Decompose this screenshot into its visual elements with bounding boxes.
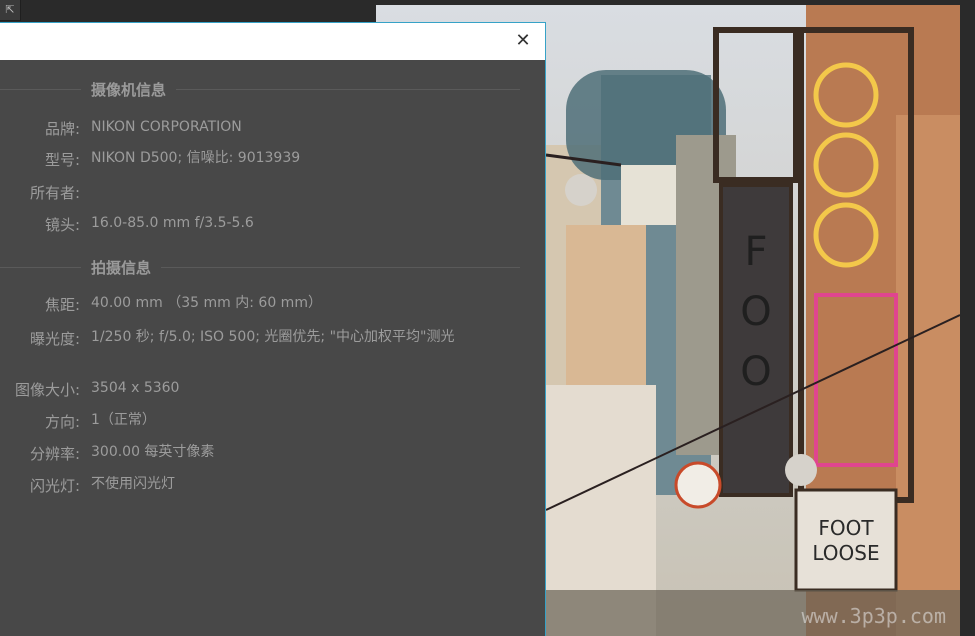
- row-label: 焦距:: [44, 296, 80, 314]
- svg-text:O: O: [740, 349, 771, 395]
- exif-info-dialog: ✕ 摄像机信息 品牌: NIKON CORPORATION 型号: NIKON …: [0, 22, 546, 636]
- row-label: 镜头:: [44, 216, 80, 234]
- section-title: 拍摄信息: [81, 257, 162, 278]
- row-label: 品牌:: [44, 120, 80, 138]
- section-header-camera: 摄像机信息: [0, 79, 520, 100]
- svg-text:FOOT: FOOT: [818, 516, 874, 540]
- row-label: 曝光度:: [29, 330, 80, 348]
- row-value: 1（正常）: [91, 412, 156, 428]
- row-value: 300.00 每英寸像素: [91, 444, 215, 460]
- row-value: 3504 x 5360: [91, 380, 180, 396]
- row-value: 不使用闪光灯: [91, 476, 175, 492]
- section-header-shooting: 拍摄信息: [0, 257, 520, 278]
- row-label: 图像大小:: [14, 381, 80, 399]
- watermark-text: www.3p3p.com: [802, 604, 947, 628]
- row-value: 40.00 mm （35 mm 内: 60 mm）: [91, 295, 322, 311]
- section-title: 摄像机信息: [81, 79, 177, 100]
- svg-text:LOOSE: LOOSE: [812, 541, 879, 565]
- dialog-titlebar: ✕: [0, 23, 545, 60]
- row-value: 16.0-85.0 mm f/3.5-5.6: [91, 215, 254, 231]
- row-label: 闪光灯:: [29, 477, 80, 495]
- close-icon[interactable]: ✕: [511, 29, 535, 53]
- svg-text:F: F: [744, 229, 767, 275]
- move-icon[interactable]: ⇱: [0, 0, 21, 21]
- row-value: NIKON D500; 信噪比: 9013939: [91, 150, 301, 166]
- row-label: 所有者:: [29, 184, 80, 202]
- row-label: 型号:: [44, 151, 80, 169]
- row-value: 1/250 秒; f/5.0; ISO 500; 光圈优先; "中心加权平均"测…: [91, 329, 455, 345]
- row-label: 方向:: [44, 413, 80, 431]
- row-label: 分辨率:: [29, 445, 80, 463]
- row-value: NIKON CORPORATION: [91, 119, 242, 135]
- svg-text:O: O: [740, 289, 771, 335]
